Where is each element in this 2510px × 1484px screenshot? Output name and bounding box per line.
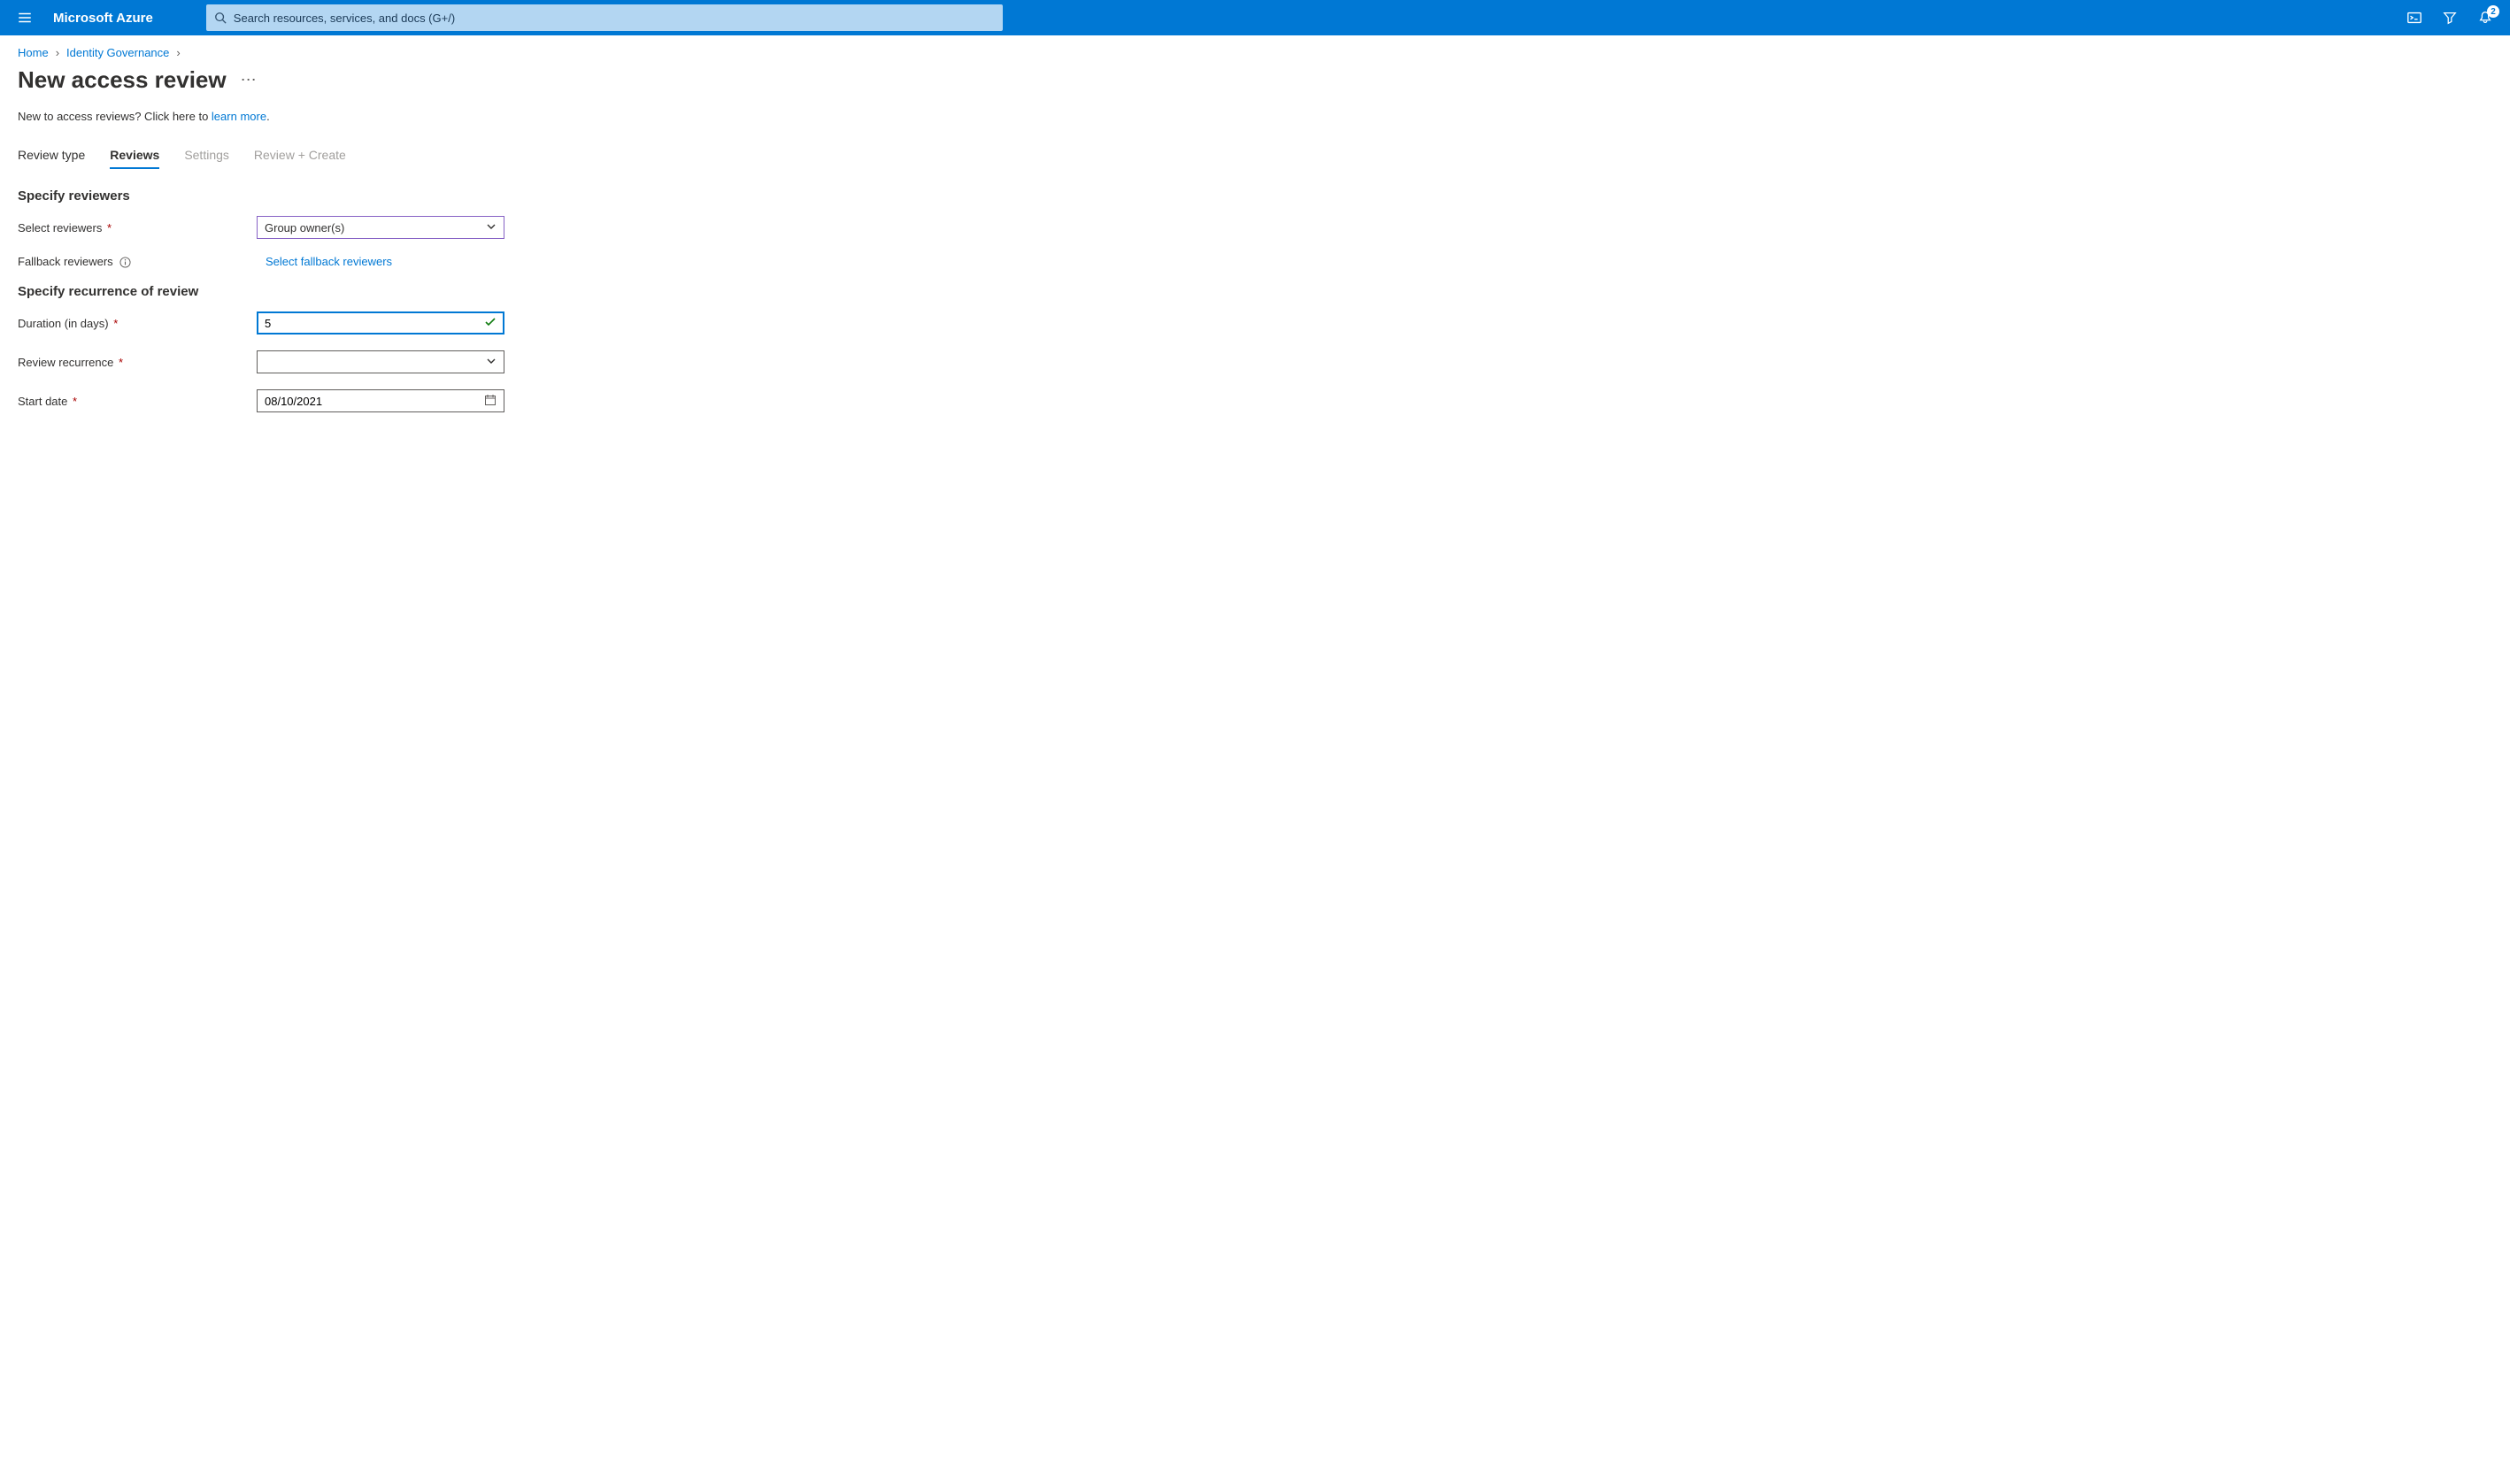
- start-date-input[interactable]: [265, 395, 484, 408]
- intro-text: New to access reviews? Click here to lea…: [18, 110, 2492, 123]
- wizard-tabs: Review type Reviews Settings Review + Cr…: [18, 148, 2492, 169]
- required-marker: *: [113, 317, 118, 330]
- row-fallback-reviewers: Fallback reviewers Select fallback revie…: [18, 255, 2492, 268]
- global-search-box[interactable]: [206, 4, 1003, 31]
- info-icon[interactable]: [119, 257, 131, 268]
- chevron-down-icon: [486, 221, 497, 235]
- chevron-down-icon: [486, 356, 497, 369]
- notification-badge: 2: [2487, 5, 2499, 18]
- page-title-row: New access review ⋯: [18, 66, 2492, 94]
- page-body: Home › Identity Governance › New access …: [0, 35, 2510, 439]
- learn-more-link[interactable]: learn more: [212, 110, 266, 123]
- select-reviewers-dropdown[interactable]: Group owner(s): [257, 216, 504, 239]
- field-recurrence: [257, 350, 504, 373]
- azure-top-bar: Microsoft Azure 2: [0, 0, 2510, 35]
- valid-check-icon: [484, 316, 497, 331]
- breadcrumb-sep: ›: [56, 46, 59, 59]
- brand-label: Microsoft Azure: [53, 11, 153, 26]
- recurrence-dropdown[interactable]: [257, 350, 504, 373]
- global-search-input[interactable]: [234, 12, 995, 25]
- duration-input[interactable]: [265, 317, 484, 330]
- breadcrumb-identity-governance[interactable]: Identity Governance: [66, 46, 169, 59]
- required-marker: *: [73, 395, 77, 408]
- tab-reviews[interactable]: Reviews: [110, 148, 159, 169]
- breadcrumb-home[interactable]: Home: [18, 46, 49, 59]
- label-duration: Duration (in days) *: [18, 317, 257, 330]
- breadcrumb: Home › Identity Governance ›: [18, 46, 2492, 59]
- required-marker: *: [107, 221, 112, 235]
- section-heading-recurrence: Specify recurrence of review: [18, 284, 2492, 299]
- duration-input-box[interactable]: [257, 311, 504, 334]
- tab-settings: Settings: [184, 148, 229, 169]
- label-fallback-reviewers: Fallback reviewers: [18, 255, 257, 268]
- label-fallback-reviewers-text: Fallback reviewers: [18, 255, 113, 268]
- breadcrumb-sep: ›: [176, 46, 180, 59]
- hamburger-menu-button[interactable]: [7, 0, 42, 35]
- directory-filter-button[interactable]: [2432, 0, 2468, 35]
- row-select-reviewers: Select reviewers * Group owner(s): [18, 216, 2492, 239]
- page-title: New access review: [18, 66, 227, 94]
- row-recurrence: Review recurrence *: [18, 350, 2492, 373]
- cloud-shell-icon: [2406, 10, 2422, 26]
- hamburger-icon: [17, 10, 33, 26]
- start-date-input-box[interactable]: [257, 389, 504, 412]
- top-bar-actions: 2: [2397, 0, 2503, 35]
- required-marker: *: [119, 356, 123, 369]
- cloud-shell-button[interactable]: [2397, 0, 2432, 35]
- label-recurrence: Review recurrence *: [18, 356, 257, 369]
- row-duration: Duration (in days) *: [18, 311, 2492, 334]
- intro-prefix: New to access reviews? Click here to: [18, 110, 212, 123]
- label-select-reviewers: Select reviewers *: [18, 221, 257, 235]
- field-select-reviewers: Group owner(s): [257, 216, 504, 239]
- label-start-date-text: Start date: [18, 395, 67, 408]
- row-start-date: Start date *: [18, 389, 2492, 412]
- global-search: [206, 4, 1003, 31]
- page-actions-menu[interactable]: ⋯: [241, 71, 257, 89]
- select-reviewers-value: Group owner(s): [265, 221, 344, 235]
- search-icon: [214, 12, 227, 24]
- field-start-date: [257, 389, 504, 412]
- field-duration: [257, 311, 504, 334]
- calendar-icon[interactable]: [484, 394, 497, 409]
- section-heading-reviewers: Specify reviewers: [18, 188, 2492, 204]
- field-fallback-reviewers: Select fallback reviewers: [257, 255, 504, 268]
- label-duration-text: Duration (in days): [18, 317, 109, 330]
- label-recurrence-text: Review recurrence: [18, 356, 113, 369]
- intro-suffix: .: [266, 110, 270, 123]
- filter-icon: [2442, 10, 2458, 26]
- notifications-button[interactable]: 2: [2468, 0, 2503, 35]
- label-start-date: Start date *: [18, 395, 257, 408]
- select-fallback-reviewers-link[interactable]: Select fallback reviewers: [257, 255, 392, 268]
- tab-review-type[interactable]: Review type: [18, 148, 85, 169]
- label-select-reviewers-text: Select reviewers: [18, 221, 102, 235]
- tab-review-create: Review + Create: [254, 148, 346, 169]
